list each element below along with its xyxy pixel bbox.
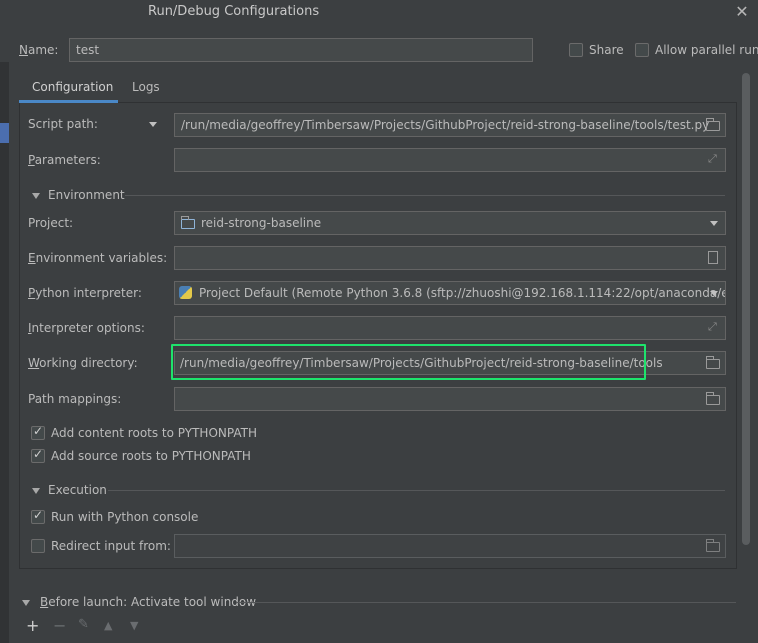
path-mappings-field[interactable] <box>174 387 726 411</box>
name-label: Name: <box>19 43 59 57</box>
run-with-console-label: Run with Python console <box>51 510 199 524</box>
title-bar <box>0 0 758 26</box>
script-path-field[interactable]: /run/media/geoffrey/Timbersaw/Projects/G… <box>174 113 726 137</box>
add-content-roots-checkbox[interactable] <box>31 424 45 440</box>
project-label: Project: <box>28 216 74 230</box>
expand-icon[interactable]: ⤢ <box>708 320 717 334</box>
scrollbar[interactable] <box>742 73 750 545</box>
expand-icon[interactable]: ⤢ <box>708 152 717 166</box>
add-content-roots-label: Add content roots to PYTHONPATH <box>51 426 257 440</box>
collapse-before-launch-icon[interactable] <box>22 600 30 606</box>
before-launch-label: Before launch: Activate tool window <box>40 595 257 609</box>
project-folder-icon <box>181 216 195 229</box>
allow-parallel-checkbox[interactable] <box>635 43 649 57</box>
tab-logs[interactable]: Logs <box>132 80 160 94</box>
run-with-console-checkbox[interactable] <box>31 508 45 524</box>
selected-configuration-marker <box>0 123 9 143</box>
highlight-box <box>171 344 646 380</box>
interpreter-options-field[interactable] <box>174 316 726 340</box>
project-combobox[interactable]: reid-strong-baseline <box>174 211 726 235</box>
folder-icon[interactable] <box>706 118 720 131</box>
configurations-tree-strip[interactable] <box>0 62 9 643</box>
python-icon <box>179 286 192 299</box>
before-launch-separator <box>236 602 736 603</box>
name-field[interactable]: test <box>69 38 533 62</box>
chevron-down-icon[interactable] <box>710 221 718 226</box>
close-icon[interactable]: ✕ <box>735 3 749 21</box>
window-title: Run/Debug Configurations <box>148 4 320 19</box>
execution-separator <box>108 490 725 491</box>
script-type-dropdown-icon[interactable] <box>149 122 157 127</box>
move-up-icon[interactable]: ▲ <box>104 619 112 632</box>
redirect-input-checkbox[interactable] <box>31 539 45 553</box>
interpreter-options-label: Interpreter options: <box>28 321 145 335</box>
parameters-label: Parameters: <box>28 153 101 167</box>
before-launch-toolbar <box>0 616 758 643</box>
environment-variables-field[interactable] <box>174 246 726 270</box>
share-checkbox[interactable] <box>569 43 583 57</box>
tab-configuration[interactable]: Configuration <box>32 80 113 94</box>
folder-icon[interactable] <box>706 356 720 369</box>
python-interpreter-combobox[interactable]: Project Default (Remote Python 3.6.8 (sf… <box>174 281 726 305</box>
environment-header: Environment <box>48 188 125 202</box>
add-source-roots-checkbox[interactable] <box>31 447 45 463</box>
collapse-execution-icon[interactable] <box>32 488 40 494</box>
python-interpreter-value: Project Default (Remote Python 3.6.8 (sf… <box>199 286 726 300</box>
folder-icon[interactable] <box>706 392 720 405</box>
add-source-roots-label: Add source roots to PYTHONPATH <box>51 449 251 463</box>
working-directory-label: Working directory: <box>28 356 138 370</box>
remove-icon[interactable]: − <box>53 616 66 635</box>
execution-header: Execution <box>48 483 107 497</box>
parameters-field[interactable] <box>174 148 726 172</box>
script-path-label: Script path: <box>28 117 98 131</box>
folder-icon[interactable] <box>706 539 720 552</box>
allow-parallel-label: Allow parallel run <box>655 43 758 57</box>
project-value: reid-strong-baseline <box>201 216 322 230</box>
collapse-environment-icon[interactable] <box>32 193 40 199</box>
path-mappings-label: Path mappings: <box>28 392 122 406</box>
move-down-icon[interactable]: ▼ <box>130 619 138 632</box>
environment-separator <box>125 195 725 196</box>
add-icon[interactable]: + <box>26 616 39 635</box>
environment-variables-label: Environment variables: <box>28 251 168 265</box>
share-label: Share <box>589 43 624 57</box>
edit-icon[interactable]: ✎ <box>78 617 89 632</box>
python-interpreter-label: Python interpreter: <box>28 286 142 300</box>
document-icon[interactable] <box>708 251 718 264</box>
script-path-value: /run/media/geoffrey/Timbersaw/Projects/G… <box>181 118 710 132</box>
redirect-input-label: Redirect input from: <box>51 539 171 553</box>
chevron-down-icon[interactable] <box>710 291 718 296</box>
redirect-input-field[interactable] <box>174 534 726 558</box>
